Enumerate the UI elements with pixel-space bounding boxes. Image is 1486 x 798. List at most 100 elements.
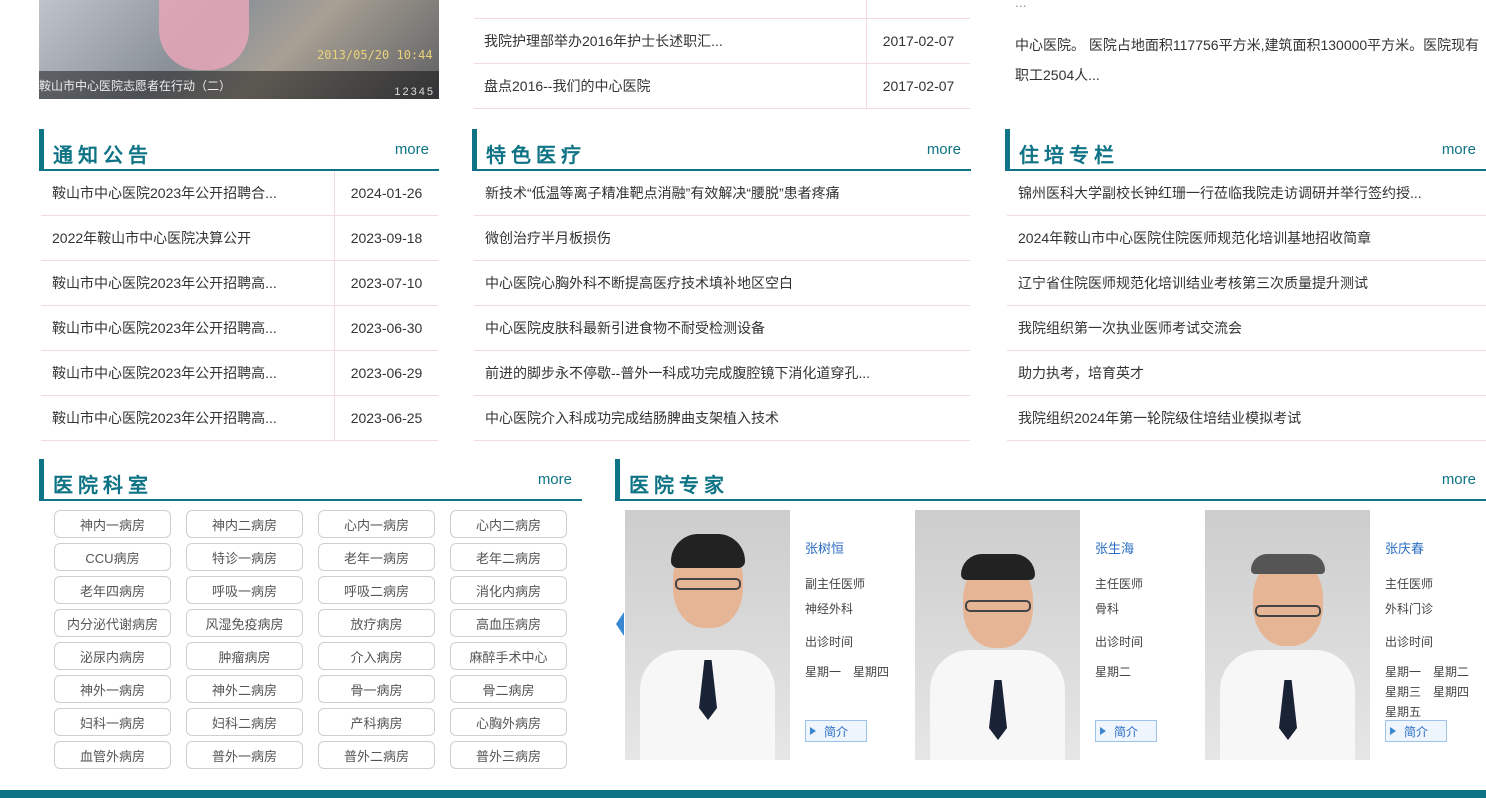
expert-name[interactable]: 张庆春 [1385,538,1424,557]
department-button[interactable]: 特诊一病房 [186,543,303,571]
news-title[interactable]: 盘点2016--我们的中心医院 [474,76,866,96]
special-title[interactable]: 前进的脚步永不停歇--普外一科成功完成腹腔镜下消化道穿孔... [474,363,970,383]
list-item[interactable]: 锦州医科大学副校长钟红珊一行莅临我院走访调研并举行签约授... [1007,171,1486,216]
list-item[interactable]: 鞍山市中心医院2023年公开招聘高... 2023-06-29 [41,351,438,396]
news-photo-slider[interactable]: 2013/05/20 10:44 鞍山市中心医院志愿者在行动（二） 12345 [39,0,439,99]
notice-title[interactable]: 鞍山市中心医院2023年公开招聘高... [41,273,334,293]
department-button[interactable]: 普外一病房 [186,741,303,769]
list-item[interactable]: 鞍山市中心医院2023年公开招聘合... 2024-01-26 [41,171,438,216]
list-item[interactable]: 2022年鞍山市中心医院决算公开 2023-09-18 [41,216,438,261]
list-item[interactable]: 微创治疗半月板损伤 [474,216,970,261]
notice-title[interactable]: 2022年鞍山市中心医院决算公开 [41,228,334,248]
department-button[interactable]: 血管外病房 [54,741,171,769]
department-button[interactable]: 放疗病房 [318,609,435,637]
carousel-prev-arrow-icon[interactable] [616,612,624,636]
list-item[interactable]: 我院护理部举办2016年护士长述职汇... 2017-02-07 [474,19,970,64]
hospital-intro: ... 中心医院。 医院占地面积117756平方米,建筑面积130000平方米。… [1015,0,1486,90]
intro-line[interactable]: 职工2504人... [1015,60,1486,90]
more-link[interactable]: more [927,141,961,158]
list-item[interactable]: 新技术“低温等离子精准靶点消融”有效解决“腰脱”患者疼痛 [474,171,970,216]
list-item[interactable]: 前进的脚步永不停歇--普外一科成功完成腹腔镜下消化道穿孔... [474,351,970,396]
department-button[interactable]: 消化内病房 [450,576,567,604]
expert-intro-button[interactable]: 简介 [1385,720,1447,742]
department-button[interactable]: 老年一病房 [318,543,435,571]
intro-line: 中心医院。 医院占地面积117756平方米,建筑面积130000平方米。医院现有 [1015,37,1480,53]
notice-title[interactable]: 鞍山市中心医院2023年公开招聘高... [41,363,334,383]
photo-pager[interactable]: 12345 [394,86,435,98]
department-button[interactable]: 心胸外病房 [450,708,567,736]
special-title[interactable]: 中心医院介入科成功完成结肠脾曲支架植入技术 [474,408,970,428]
expert-intro-button[interactable]: 简介 [1095,720,1157,742]
department-button[interactable]: 神外一病房 [54,675,171,703]
expert-name[interactable]: 张树恒 [805,538,844,557]
department-button[interactable]: CCU病房 [54,543,171,571]
notice-title[interactable]: 鞍山市中心医院2023年公开招聘高... [41,318,334,338]
expert-name[interactable]: 张生海 [1095,538,1134,557]
more-link[interactable]: more [1442,141,1476,158]
department-button[interactable]: 老年四病房 [54,576,171,604]
list-item[interactable]: 助力执考，培育英才 [1007,351,1486,396]
news-title[interactable]: 我院护理部举办2016年护士长述职汇... [474,31,866,51]
training-title[interactable]: 辽宁省住院医师规范化培训结业考核第三次质量提升测试 [1007,273,1486,293]
department-button[interactable]: 泌尿内病房 [54,642,171,670]
training-title[interactable]: 助力执考，培育英才 [1007,363,1486,383]
training-title[interactable]: 2024年鞍山市中心医院住院医师规范化培训基地招收简章 [1007,228,1486,248]
training-title[interactable]: 我院组织2024年第一轮院级住培结业模拟考试 [1007,408,1486,428]
department-button[interactable]: 骨二病房 [450,675,567,703]
list-item[interactable]: 中心医院心胸外科不断提高医疗技术填补地区空白 [474,261,970,306]
training-title[interactable]: 我院组织第一次执业医师考试交流会 [1007,318,1486,338]
more-link[interactable]: more [395,141,429,158]
more-link[interactable]: more [1442,471,1476,488]
notice-date: 2023-06-30 [334,306,438,350]
notice-title[interactable]: 鞍山市中心医院2023年公开招聘合... [41,183,334,203]
list-item[interactable]: 盘点2016--我们的中心医院 2017-02-07 [474,64,970,109]
list-item[interactable]: 中心医院皮肤科最新引进食物不耐受检测设备 [474,306,970,351]
expert-photo[interactable] [1205,510,1370,760]
notice-title[interactable]: 鞍山市中心医院2023年公开招聘高... [41,408,334,428]
photo-caption[interactable]: 鞍山市中心医院志愿者在行动（二） [39,71,439,99]
more-link[interactable]: more [538,471,572,488]
notice-date: 2023-06-25 [334,396,438,440]
special-title[interactable]: 新技术“低温等离子精准靶点消融”有效解决“腰脱”患者疼痛 [474,183,970,203]
department-button[interactable]: 普外三病房 [450,741,567,769]
expert-dept: 外科门诊 [1385,602,1434,616]
department-button[interactable]: 呼吸一病房 [186,576,303,604]
departments-header: 医院科室 more [39,459,582,501]
department-button[interactable]: 心内一病房 [318,510,435,538]
department-button[interactable]: 介入病房 [318,642,435,670]
special-title[interactable]: 中心医院皮肤科最新引进食物不耐受检测设备 [474,318,970,338]
department-button[interactable]: 神内一病房 [54,510,171,538]
list-item[interactable]: 鞍山市中心医院2023年公开招聘高... 2023-06-25 [41,396,438,441]
department-button[interactable]: 普外二病房 [318,741,435,769]
department-button[interactable]: 高血压病房 [450,609,567,637]
department-button[interactable]: 肿瘤病房 [186,642,303,670]
section-title: 医院科室 [53,475,153,497]
list-item[interactable]: 鞍山市中心医院2023年公开招聘高... 2023-06-30 [41,306,438,351]
special-title[interactable]: 中心医院心胸外科不断提高医疗技术填补地区空白 [474,273,970,293]
department-button[interactable]: 内分泌代谢病房 [54,609,171,637]
list-item[interactable]: 中心医院介入科成功完成结肠脾曲支架植入技术 [474,396,970,441]
department-button[interactable]: 神外二病房 [186,675,303,703]
training-title[interactable]: 锦州医科大学副校长钟红珊一行莅临我院走访调研并举行签约授... [1007,183,1486,203]
list-item[interactable]: 我院组织2024年第一轮院级住培结业模拟考试 [1007,396,1486,441]
department-button[interactable]: 风湿免疫病房 [186,609,303,637]
department-button[interactable]: 呼吸二病房 [318,576,435,604]
department-button[interactable]: 神内二病房 [186,510,303,538]
department-button[interactable]: 妇科二病房 [186,708,303,736]
expert-dept: 神经外科 [805,602,854,616]
department-button[interactable]: 麻醉手术中心 [450,642,567,670]
special-list: 新技术“低温等离子精准靶点消融”有效解决“腰脱”患者疼痛 微创治疗半月板损伤 中… [474,171,970,441]
expert-photo[interactable] [915,510,1080,760]
list-item[interactable]: 我院组织第一次执业医师考试交流会 [1007,306,1486,351]
expert-photo[interactable] [625,510,790,760]
department-button[interactable]: 老年二病房 [450,543,567,571]
list-item[interactable]: 辽宁省住院医师规范化培训结业考核第三次质量提升测试 [1007,261,1486,306]
department-button[interactable]: 产科病房 [318,708,435,736]
department-button[interactable]: 心内二病房 [450,510,567,538]
list-item[interactable]: 2024年鞍山市中心医院住院医师规范化培训基地招收简章 [1007,216,1486,261]
special-title[interactable]: 微创治疗半月板损伤 [474,228,970,248]
department-button[interactable]: 骨一病房 [318,675,435,703]
department-button[interactable]: 妇科一病房 [54,708,171,736]
expert-intro-button[interactable]: 简介 [805,720,867,742]
list-item[interactable]: 鞍山市中心医院2023年公开招聘高... 2023-07-10 [41,261,438,306]
